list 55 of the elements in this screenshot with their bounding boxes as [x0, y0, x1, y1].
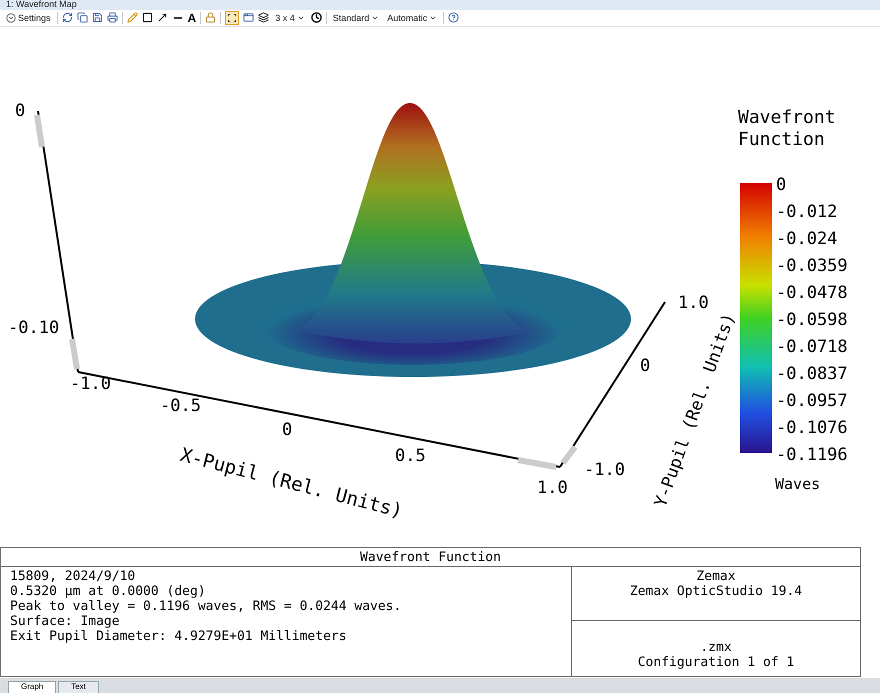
z-tick-label: 0 — [15, 100, 26, 121]
legend-tick-label: -0.0598 — [776, 310, 848, 330]
layers-icon[interactable] — [258, 12, 270, 24]
view-tab[interactable]: Graph — [8, 680, 56, 693]
file-line: Configuration 1 of 1 — [636, 655, 796, 670]
company-line: Zemax OpticStudio 19.4 — [628, 584, 804, 599]
legend-title: Wavefront — [738, 106, 836, 128]
legend-tick-label: -0.0718 — [776, 336, 848, 357]
legend-tick-label: -0.0957 — [776, 390, 848, 411]
mode-dropdown[interactable]: Standard — [330, 10, 382, 25]
info-line: Surface: Image — [10, 614, 121, 629]
rectangle-icon[interactable] — [142, 12, 153, 24]
copy-icon[interactable] — [76, 12, 88, 24]
layout-toggle-button[interactable] — [225, 10, 240, 25]
info-line: 15809, 2024/9/10 — [10, 568, 136, 584]
legend-title: Function — [738, 128, 825, 150]
arrow-icon[interactable] — [156, 12, 168, 24]
window-title: 1: Wavefront Map — [6, 0, 77, 10]
z-tick-label: -0.10 — [8, 318, 60, 338]
lock-icon[interactable] — [205, 12, 216, 24]
legend-tick-label: -0.1196 — [776, 444, 848, 465]
y-tick-label: -1.0 — [584, 460, 625, 480]
legend-tick-label: -0.024 — [776, 228, 838, 249]
legend-tick-label: -0.1076 — [776, 418, 848, 438]
company-line: Zemax — [695, 568, 737, 584]
window-icon[interactable] — [243, 12, 254, 24]
x-tick-label: 1.0 — [537, 478, 568, 498]
clock-icon[interactable] — [310, 12, 322, 24]
legend-tick-label: 0 — [776, 174, 786, 195]
pencil-icon[interactable] — [126, 12, 138, 24]
x-tick-label: 0 — [282, 420, 292, 440]
y-tick-label: 1.0 — [678, 292, 709, 313]
legend-tick-label: -0.0359 — [776, 256, 848, 276]
info-line: Peak to valley = 0.1196 waves, RMS = 0.0244 waves. — [10, 598, 402, 614]
y-tick-label: 0 — [640, 356, 650, 376]
x-tick-label: -0.5 — [160, 396, 201, 416]
info-line: Exit Pupil Diameter: 4.9279E+01 Millimeters — [10, 628, 348, 644]
save-icon[interactable] — [92, 12, 103, 24]
file-line: .zmx — [699, 640, 733, 656]
legend-tick-label: -0.0837 — [776, 364, 848, 384]
x-tick-label: 0.5 — [395, 446, 426, 466]
legend-unit: Waves — [775, 474, 820, 493]
mode-dropdown[interactable]: Automatic — [385, 10, 440, 25]
chevron-down-icon — [6, 12, 16, 23]
help-icon[interactable] — [448, 12, 460, 24]
info-line: 0.5320 µm at 0.0000 (deg) — [10, 584, 207, 599]
table-title: Wavefront Function — [1, 548, 860, 567]
settings-button[interactable]: Settings — [4, 10, 53, 25]
refresh-icon[interactable] — [62, 12, 73, 24]
view-tab[interactable]: Text — [58, 680, 99, 693]
legend-tick-label: -0.012 — [776, 202, 838, 222]
print-icon[interactable] — [106, 12, 118, 24]
text-tool-button[interactable]: A — [188, 10, 196, 25]
legend-tick-label: -0.0478 — [776, 282, 848, 303]
grid-size-dropdown[interactable]: 3 x 4 — [273, 10, 307, 25]
